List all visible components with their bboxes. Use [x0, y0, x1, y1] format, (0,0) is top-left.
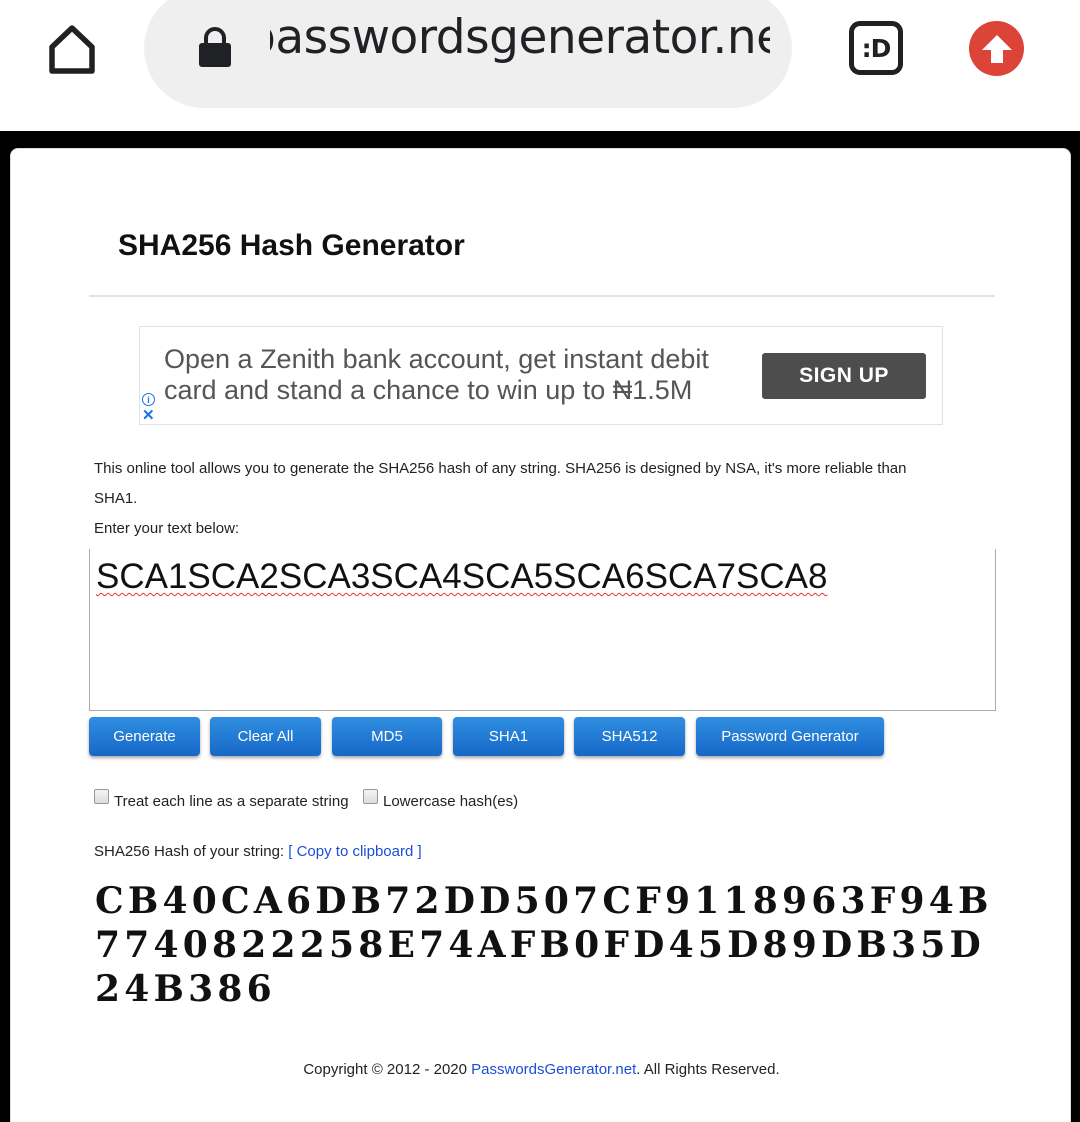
separate-lines-checkbox[interactable]	[94, 789, 109, 804]
lowercase-checkbox[interactable]	[363, 789, 378, 804]
footer-copyright: Copyright © 2012 - 2020	[303, 1061, 472, 1078]
generate-button[interactable]: Generate	[89, 717, 200, 756]
hash-output: CB40CA6DB72DD507CF9118963F94B7740822258E…	[95, 880, 993, 1010]
text-input[interactable]: SCA1SCA2SCA3SCA4SCA5SCA6SCA7SCA8	[89, 549, 996, 711]
ad-info-icon[interactable]: i	[142, 393, 155, 406]
ad-signup-button[interactable]: SIGN UP	[762, 353, 926, 399]
lock-icon	[198, 26, 232, 73]
home-icon[interactable]	[40, 18, 104, 80]
password-generator-button[interactable]: Password Generator	[696, 717, 884, 756]
title-divider	[89, 295, 995, 297]
separate-lines-label[interactable]: Treat each line as a separate string	[114, 793, 349, 810]
copy-to-clipboard-link[interactable]: [ Copy to clipboard ]	[288, 843, 421, 860]
tab-switcher-button[interactable]: :D	[849, 21, 903, 75]
tab-switcher-label: :D	[861, 33, 892, 63]
ad-banner[interactable]: Open a Zenith bank account, get instant …	[139, 326, 943, 425]
browser-toolbar: passwordsgenerator.net :D	[0, 0, 1080, 131]
upload-icon[interactable]	[969, 21, 1024, 76]
footer-rights: . All Rights Reserved.	[636, 1061, 780, 1078]
sha512-button[interactable]: SHA512	[574, 717, 685, 756]
result-label-row: SHA256 Hash of your string: [ Copy to cl…	[94, 843, 422, 860]
page-content: SHA256 Hash Generator Open a Zenith bank…	[10, 148, 1071, 1122]
ad-close-icon[interactable]: ✕	[142, 408, 155, 424]
lowercase-label[interactable]: Lowercase hash(es)	[383, 793, 518, 810]
md5-button[interactable]: MD5	[332, 717, 442, 756]
page-title: SHA256 Hash Generator	[118, 229, 465, 262]
clear-all-button[interactable]: Clear All	[210, 717, 321, 756]
text-input-value[interactable]: SCA1SCA2SCA3SCA4SCA5SCA6SCA7SCA8	[96, 557, 827, 597]
address-bar[interactable]: passwordsgenerator.net	[144, 0, 792, 108]
footer: Copyright © 2012 - 2020 PasswordsGenerat…	[11, 1061, 1072, 1078]
ad-text[interactable]: Open a Zenith bank account, get instant …	[164, 344, 754, 406]
url-text: passwordsgenerator.net	[270, 12, 770, 64]
input-label: Enter your text below:	[94, 520, 240, 537]
result-label: SHA256 Hash of your string:	[94, 843, 285, 860]
tool-description: This online tool allows you to generate …	[94, 460, 907, 507]
footer-site-link[interactable]: PasswordsGenerator.net	[471, 1061, 636, 1078]
sha1-button[interactable]: SHA1	[453, 717, 564, 756]
